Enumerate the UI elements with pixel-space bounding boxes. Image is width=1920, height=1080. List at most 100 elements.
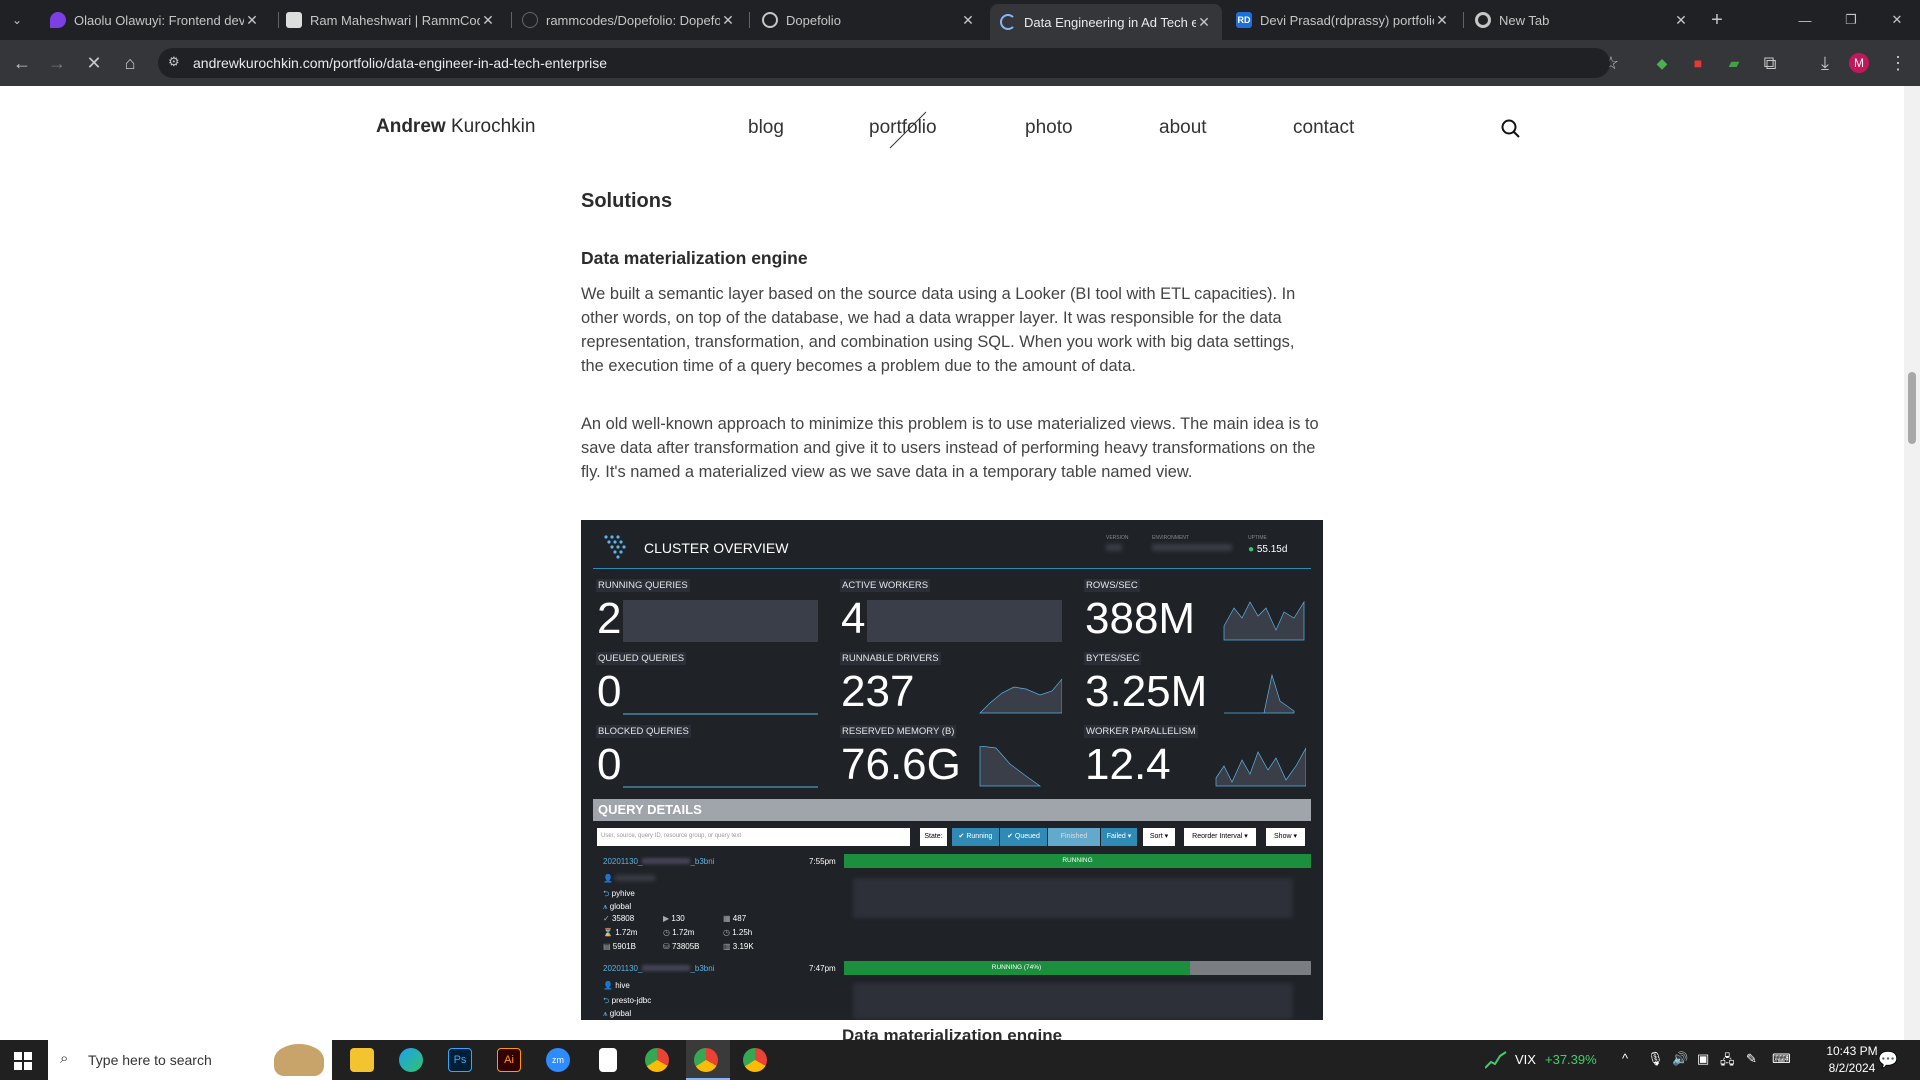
- site-info-icon[interactable]: ⚙: [168, 54, 180, 70]
- rd-logo-icon: RD: [1236, 12, 1252, 28]
- close-icon[interactable]: ✕: [960, 12, 976, 29]
- query-status: RUNNING: [1062, 857, 1093, 864]
- address-bar[interactable]: ⚙ andrewkurochkin.com/portfolio/data-eng…: [158, 48, 1610, 78]
- globe-icon: [762, 12, 778, 28]
- notepad-icon[interactable]: [599, 1048, 617, 1072]
- nav-about[interactable]: about: [1159, 117, 1207, 139]
- metric-value: 12.4: [1085, 740, 1171, 789]
- tab-ram-maheshwari[interactable]: Ram Maheshwari | RammCode ✕: [276, 5, 506, 35]
- keyboard-icon[interactable]: ⌨: [1772, 1051, 1791, 1067]
- restore-button[interactable]: ❐: [1836, 5, 1866, 35]
- tab-search-dropdown[interactable]: ⌄: [0, 5, 34, 35]
- forward-button[interactable]: →: [45, 51, 69, 75]
- menu-dots-icon[interactable]: ⋮: [1886, 51, 1910, 75]
- profile-avatar[interactable]: M: [1849, 53, 1869, 73]
- zoom-icon[interactable]: zm: [546, 1048, 570, 1072]
- tab-data-engineering-active[interactable]: Data Engineering in Ad Tech en ✕: [990, 4, 1222, 40]
- extensions-puzzle-icon[interactable]: ⧉: [1758, 51, 1782, 75]
- taskbar-search-box[interactable]: ⌕ Type here to search: [48, 1040, 332, 1080]
- nav-blog[interactable]: blog: [748, 117, 784, 139]
- query-source: ⮌ presto-jdbc: [603, 996, 652, 1005]
- query-id[interactable]: 20201130_ _b3bni: [603, 964, 714, 973]
- version-redacted: [1106, 544, 1122, 551]
- close-icon[interactable]: ✕: [1196, 14, 1212, 31]
- ticker-change[interactable]: +37.39%: [1545, 1052, 1597, 1067]
- tray-overflow-chevron-icon[interactable]: ^: [1622, 1051, 1628, 1066]
- chrome-profile-2-icon[interactable]: [743, 1048, 767, 1072]
- user-icon: 👤: [603, 874, 613, 883]
- close-window-button[interactable]: ✕: [1882, 5, 1912, 35]
- clock-time[interactable]: 10:43 PM: [1822, 1044, 1882, 1058]
- filter-failed-dropdown[interactable]: Failed ▾: [1101, 828, 1137, 846]
- microphone-icon[interactable]: 🎙: [1647, 1051, 1664, 1067]
- metric-card: BYTES/SEC 3.25M: [1081, 649, 1306, 716]
- close-icon[interactable]: ✕: [720, 12, 736, 29]
- photoshop-icon[interactable]: Ps: [448, 1048, 472, 1072]
- metric-label: RESERVED MEMORY (B): [840, 725, 957, 738]
- tab-dopefolio[interactable]: Dopefolio ✕: [752, 5, 986, 35]
- network-icon[interactable]: 🖧: [1720, 1051, 1735, 1073]
- chrome-profile-icon[interactable]: [694, 1048, 718, 1072]
- version-label: VERSION: [1106, 535, 1129, 541]
- download-icon[interactable]: ⤓: [1813, 51, 1837, 75]
- filter-running-toggle[interactable]: ✔ Running: [952, 828, 999, 846]
- site-logo[interactable]: Andrew Kurochkin: [376, 116, 535, 138]
- metric-sparkline: [867, 600, 1062, 642]
- query-stat: ▤ 5901B: [603, 942, 636, 951]
- clock-date[interactable]: 8/2/2024: [1822, 1061, 1882, 1075]
- ticker-symbol[interactable]: VIX: [1515, 1052, 1536, 1067]
- reorder-interval-dropdown[interactable]: Reorder Interval ▾: [1184, 828, 1256, 846]
- extension-folder-icon[interactable]: ▰: [1722, 51, 1746, 75]
- query-row[interactable]: 20201130_ _b3bni 7:47pm RUNNING (74%) 👤 h…: [593, 959, 1311, 1020]
- presto-logo-icon: [604, 535, 626, 559]
- chrome-icon: [1475, 12, 1491, 28]
- minimize-button[interactable]: —: [1790, 5, 1820, 35]
- extension-red-icon[interactable]: ■: [1686, 51, 1710, 75]
- tab-olaolu[interactable]: Olaolu Olawuyi: Frontend deve ✕: [40, 5, 270, 35]
- close-icon[interactable]: ✕: [480, 12, 496, 29]
- filter-finished-toggle[interactable]: Finished: [1048, 828, 1100, 846]
- illustrator-icon[interactable]: Ai: [497, 1048, 521, 1072]
- tab-devi-prasad[interactable]: RD Devi Prasad(rdprassy) portfolio ✕: [1226, 5, 1460, 35]
- chrome-icon[interactable]: [645, 1048, 669, 1072]
- windows-start-icon[interactable]: [14, 1052, 32, 1070]
- volume-icon[interactable]: 🔊: [1672, 1051, 1688, 1067]
- metric-card: RESERVED MEMORY (B) 76.6G: [837, 722, 1062, 789]
- close-icon[interactable]: ✕: [244, 12, 260, 29]
- show-dropdown[interactable]: Show ▾: [1266, 828, 1305, 846]
- search-icon[interactable]: [1500, 118, 1522, 140]
- query-stat: ⌛ 1.72m: [603, 928, 638, 937]
- metric-label: RUNNING QUERIES: [596, 579, 690, 592]
- subsection-title: Data materialization engine: [581, 248, 808, 268]
- environment-label: ENVIRONMENT: [1152, 535, 1189, 541]
- query-search-input[interactable]: User, source, query ID, resource group, …: [597, 828, 910, 846]
- close-icon[interactable]: ✕: [1673, 12, 1689, 29]
- tab-new-tab[interactable]: New Tab ✕: [1465, 5, 1699, 35]
- query-id[interactable]: 20201130_ _b3bni: [603, 857, 714, 866]
- query-text-redacted: [853, 983, 1293, 1019]
- edge-icon[interactable]: [399, 1048, 423, 1072]
- query-source: ⮌ pyhive: [603, 889, 635, 898]
- nav-contact[interactable]: contact: [1293, 117, 1354, 139]
- new-tab-button[interactable]: +: [1702, 5, 1732, 35]
- metric-card: ACTIVE WORKERS 4: [837, 576, 1062, 643]
- query-row[interactable]: 20201130_ _b3bni 7:55pm RUNNING 👤 ⮌ pyhiv…: [593, 852, 1311, 957]
- metric-sparkline: [1223, 600, 1305, 641]
- web-page: Andrew Kurochkin blog portfolio photo ab…: [0, 86, 1920, 1040]
- scrollbar-thumb[interactable]: [1908, 372, 1916, 444]
- sort-dropdown[interactable]: Sort ▾: [1143, 828, 1175, 846]
- file-explorer-icon[interactable]: [350, 1048, 374, 1072]
- nav-photo[interactable]: photo: [1025, 117, 1073, 139]
- back-button[interactable]: ←: [10, 51, 34, 75]
- metric-value: 4: [841, 594, 866, 643]
- close-icon[interactable]: ✕: [1434, 12, 1450, 29]
- filter-queued-toggle[interactable]: ✔ Queued: [1000, 828, 1047, 846]
- tab-github-dopefolio[interactable]: rammcodes/Dopefolio: Dopefo ✕: [512, 5, 746, 35]
- camera-icon[interactable]: ▣: [1697, 1051, 1709, 1067]
- stop-loading-button[interactable]: ✕: [82, 51, 106, 75]
- pen-icon[interactable]: ✎: [1746, 1051, 1757, 1067]
- notifications-icon[interactable]: 💬: [1878, 1050, 1898, 1070]
- home-icon[interactable]: ⌂: [118, 51, 142, 75]
- page-scrollbar[interactable]: [1904, 86, 1920, 1040]
- extension-green-icon[interactable]: ◆: [1650, 51, 1674, 75]
